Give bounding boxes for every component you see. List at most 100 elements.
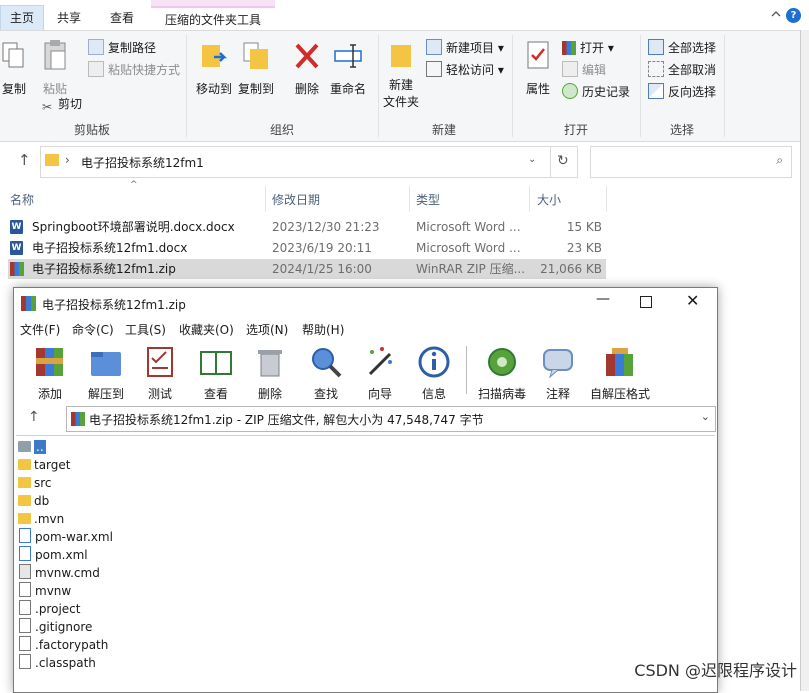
- refresh-button[interactable]: ↻: [549, 146, 578, 178]
- rename-icon: [334, 44, 362, 68]
- menu-options[interactable]: 选项(N): [246, 321, 288, 338]
- new-folder-button[interactable]: 新建 文件夹: [380, 39, 422, 110]
- rename-label: 重命名: [329, 82, 366, 96]
- close-button[interactable]: ✕: [686, 291, 699, 310]
- copy-button[interactable]: 复制: [0, 39, 28, 97]
- toolbar-add-button[interactable]: 添加: [24, 344, 76, 402]
- maximize-button[interactable]: [640, 296, 652, 308]
- menu-file[interactable]: 文件(F): [20, 321, 60, 338]
- refresh-icon: ↻: [557, 153, 569, 169]
- address-dropdown-icon[interactable]: ⌄: [528, 154, 536, 165]
- search-input[interactable]: ⌕: [590, 146, 792, 178]
- list-item-file[interactable]: .classpath: [18, 654, 96, 672]
- list-item-folder[interactable]: .mvn: [18, 510, 64, 528]
- toolbar-test-label: 测试: [147, 387, 172, 401]
- copy-to-label: 复制到: [237, 82, 274, 96]
- menu-tools[interactable]: 工具(S): [125, 321, 166, 338]
- list-item-folder[interactable]: src: [18, 474, 52, 492]
- list-item-folder[interactable]: db: [18, 492, 49, 510]
- column-separator[interactable]: [529, 186, 530, 212]
- select-all-button[interactable]: 全部选择: [648, 39, 716, 57]
- properties-button[interactable]: 属性: [518, 39, 558, 97]
- copy-path-label: 复制路径: [108, 41, 157, 55]
- list-item-file[interactable]: mvnw: [18, 582, 71, 600]
- folder-icon: [18, 477, 31, 488]
- path-dropdown-chevron-icon[interactable]: ⌄: [701, 410, 710, 423]
- list-item-file[interactable]: pom-war.xml: [18, 528, 113, 546]
- entry-name: .project: [35, 602, 81, 616]
- list-item-file[interactable]: .project: [18, 600, 80, 618]
- delete-button[interactable]: 删除: [290, 39, 324, 97]
- copy-label: 复制: [1, 82, 26, 96]
- paste-shortcut-button[interactable]: 粘贴快捷方式: [88, 61, 180, 79]
- group-separator: [724, 35, 725, 137]
- ribbon: 复制 粘贴 复制路径 粘贴快捷方式 ✂ 剪切 剪贴板 移动到 复制到 删除 重命名…: [0, 30, 800, 142]
- list-item-folder[interactable]: target: [18, 456, 71, 474]
- paste-button[interactable]: 粘贴: [38, 39, 72, 97]
- list-item-parent[interactable]: ..: [18, 438, 46, 456]
- open-button[interactable]: 打开 ▾: [562, 39, 614, 57]
- new-item-button[interactable]: 新建项目 ▾: [426, 39, 504, 57]
- column-separator[interactable]: [409, 186, 410, 212]
- edit-button[interactable]: 编辑: [562, 61, 606, 79]
- list-item-file[interactable]: .factorypath: [18, 636, 108, 654]
- entry-name: mvnw: [35, 584, 72, 598]
- up-one-level-icon[interactable]: ↑: [28, 409, 40, 425]
- cut-button[interactable]: ✂ 剪切: [40, 95, 82, 114]
- invert-selection-button[interactable]: 反向选择: [648, 83, 716, 101]
- tab-share[interactable]: 共享: [50, 6, 88, 30]
- toolbar-scan-virus-button[interactable]: 扫描病毒: [474, 344, 530, 402]
- file-icon: [19, 636, 31, 651]
- collapse-ribbon-chevron-icon[interactable]: [771, 9, 781, 19]
- up-arrow-icon[interactable]: ↑: [18, 151, 31, 169]
- toolbar-find-label: 查找: [313, 387, 338, 401]
- move-to-button[interactable]: 移动到: [194, 39, 234, 97]
- column-header-type[interactable]: 类型: [416, 190, 440, 210]
- address-path[interactable]: 电子招投标系统12fm1: [81, 154, 204, 171]
- menu-help[interactable]: 帮助(H): [302, 321, 344, 338]
- toolbar-wizard-button[interactable]: 向导: [354, 344, 406, 402]
- breadcrumb-chevron-icon[interactable]: ›: [65, 153, 70, 167]
- easy-access-button[interactable]: 轻松访问 ▾: [426, 61, 504, 79]
- toolbar-view-button[interactable]: 查看: [190, 344, 242, 402]
- toolbar-delete-button[interactable]: 删除: [244, 344, 296, 402]
- menu-favorites[interactable]: 收藏夹(O): [179, 321, 234, 338]
- toolbar-test-button[interactable]: 测试: [134, 344, 186, 402]
- toolbar-find-button[interactable]: 查找: [300, 344, 352, 402]
- copy-to-button[interactable]: 复制到: [236, 39, 276, 97]
- help-icon[interactable]: ?: [786, 8, 801, 23]
- ribbon-tab-bar: 主页 共享 查看 压缩的文件夹工具 ?: [0, 0, 809, 32]
- minimize-button[interactable]: —: [596, 291, 610, 307]
- tab-view[interactable]: 查看: [102, 6, 142, 30]
- file-name: 电子招投标系统12fm1.zip: [32, 262, 176, 276]
- file-row-selected[interactable]: 电子招投标系统12fm1.zip 2024/1/25 16:00 WinRAR …: [8, 259, 606, 279]
- column-header-date[interactable]: 修改日期: [272, 190, 320, 210]
- entry-name: db: [34, 494, 50, 508]
- column-header-name[interactable]: 名称: [10, 190, 34, 210]
- column-separator[interactable]: [606, 186, 607, 212]
- menu-commands[interactable]: 命令(C): [72, 321, 114, 338]
- address-bar[interactable]: › 电子招投标系统12fm1: [40, 146, 551, 178]
- copy-path-button[interactable]: 复制路径: [88, 39, 156, 57]
- history-button[interactable]: 历史记录: [562, 83, 630, 101]
- toolbar-info-button[interactable]: 信息: [408, 344, 460, 402]
- column-header-size[interactable]: 大小: [537, 190, 561, 210]
- column-separator[interactable]: [265, 186, 266, 212]
- list-item-file[interactable]: pom.xml: [18, 546, 88, 564]
- tab-compressed-folder-tools[interactable]: 压缩的文件夹工具: [151, 6, 275, 32]
- winrar-path-combobox[interactable]: 电子招投标系统12fm1.zip - ZIP 压缩文件, 解包大小为 47,54…: [66, 406, 716, 432]
- file-row[interactable]: W Springboot环境部署说明.docx.docx 2023/12/30 …: [8, 217, 606, 237]
- tab-home[interactable]: 主页: [0, 5, 44, 30]
- wizard-wand-icon: [368, 347, 392, 376]
- toolbar-extract-button[interactable]: 解压到: [80, 344, 132, 402]
- file-row[interactable]: W 电子招投标系统12fm1.docx 2023/6/19 20:11 Micr…: [8, 238, 606, 258]
- list-item-file[interactable]: mvnw.cmd: [18, 564, 100, 582]
- list-item-file[interactable]: .gitignore: [18, 618, 92, 636]
- toolbar-sfx-button[interactable]: 自解压格式: [588, 344, 652, 402]
- select-none-button[interactable]: 全部取消: [648, 61, 716, 79]
- toolbar-comment-button[interactable]: 注释: [532, 344, 584, 402]
- trash-icon: [258, 350, 282, 377]
- rename-button[interactable]: 重命名: [328, 39, 368, 97]
- invert-selection-label: 反向选择: [668, 85, 717, 99]
- select-none-icon: [648, 61, 664, 77]
